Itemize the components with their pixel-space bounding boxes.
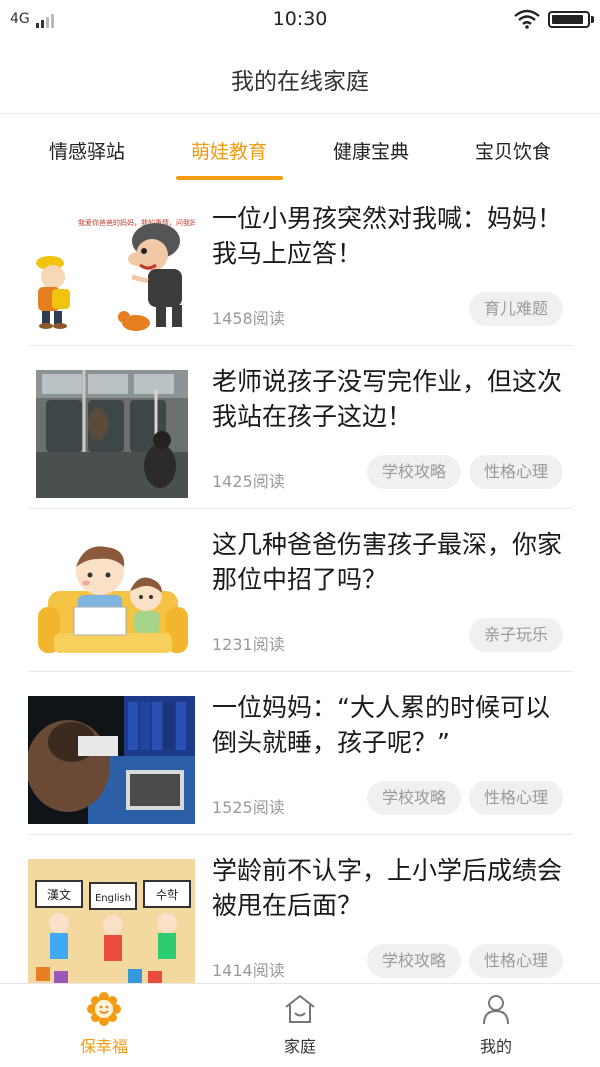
battery-level: [552, 15, 583, 24]
article-item[interactable]: 这几种爸爸伤害孩子最深，你家那位中招了吗？ 1231阅读 亲子玩乐: [28, 509, 573, 672]
person-icon: [479, 992, 513, 1026]
article-title[interactable]: 学龄前不认字，上小学后成绩会被甩在后面？: [212, 853, 572, 923]
tag-chip[interactable]: 学校攻略: [366, 944, 461, 978]
wifi-icon: [514, 9, 540, 29]
nav-item-family[interactable]: 家庭: [240, 992, 360, 1066]
article-title[interactable]: 老师说孩子没写完作业，但这次我站在孩子这边！: [212, 364, 572, 434]
article-item[interactable]: 一位妈妈：“大人累的时候可以倒头就睡，孩子呢？” 1525阅读 学校攻略 性格心…: [28, 672, 573, 835]
tag-chip[interactable]: 学校攻略: [366, 455, 461, 489]
active-tab-indicator: [176, 176, 283, 180]
read-count: 1525阅读: [212, 798, 285, 817]
tab-health[interactable]: 健康宝典: [306, 137, 436, 164]
article-tags: 学校攻略 性格心理: [366, 944, 563, 978]
battery-icon: [548, 11, 594, 28]
nav-label: 保幸福: [79, 1037, 128, 1056]
article-thumbnail: [36, 370, 188, 498]
bus-child-photo-image: [36, 370, 188, 498]
tab-baby-food[interactable]: 宝贝饮食: [448, 137, 578, 164]
app-header: 我的在线家庭: [0, 40, 600, 114]
article-item[interactable]: 漢文 English 수학 学龄前不认字，上小学后成绩会被甩在后面？ 1414阅…: [28, 835, 573, 983]
bottom-nav: 保幸福 家庭 我的: [0, 983, 600, 1067]
tab-kids-education[interactable]: 萌娃教育: [164, 137, 294, 164]
article-tags: 学校攻略 性格心理: [366, 455, 563, 489]
thumb-bubble-text: 我爱你爸爸的妈妈，我的事情，问我妈妈去问爸爸！: [78, 218, 195, 227]
tag-chip[interactable]: 育儿难题: [468, 292, 563, 326]
article-title[interactable]: 这几种爸爸伤害孩子最深，你家那位中招了吗？: [212, 527, 572, 597]
thumb-sign-text: 漢文: [47, 887, 71, 902]
cartoon-boy-shouting-image: 我爱你爸爸的妈妈，我的事情，问我妈妈去问爸爸！: [28, 207, 195, 335]
page-title: 我的在线家庭: [231, 69, 369, 95]
article-item[interactable]: 老师说孩子没写完作业，但这次我站在孩子这边！ 1425阅读 学校攻略 性格心理: [28, 346, 573, 509]
status-bar: 4G 10:30: [0, 0, 600, 40]
kids-language-signs-image: 漢文 English 수학: [28, 859, 195, 983]
article-tags: 育儿难题: [468, 292, 563, 326]
tag-chip[interactable]: 性格心理: [468, 944, 563, 978]
dad-reading-sofa-image: [28, 533, 195, 661]
tag-chip[interactable]: 亲子玩乐: [468, 618, 563, 652]
article-title[interactable]: 一位妈妈：“大人累的时候可以倒头就睡，孩子呢？”: [212, 690, 572, 760]
nav-label: 我的: [479, 1037, 512, 1056]
nav-label: 家庭: [283, 1037, 316, 1056]
category-tabs: 情感驿站 萌娃教育 健康宝典 宝贝饮食: [0, 115, 600, 183]
nav-item-profile[interactable]: 我的: [436, 992, 556, 1066]
tab-emotion[interactable]: 情感驿站: [22, 137, 152, 164]
article-tags: 亲子玩乐: [468, 618, 563, 652]
house-icon: [283, 992, 317, 1026]
article-item[interactable]: 我爱你爸爸的妈妈，我的事情，问我妈妈去问爸爸！: [28, 183, 573, 346]
sunflower-smile-icon: [87, 992, 121, 1026]
thumb-sign-text: English: [95, 893, 131, 904]
tag-chip[interactable]: 学校攻略: [366, 781, 461, 815]
tag-chip[interactable]: 性格心理: [468, 781, 563, 815]
thumb-sign-text: 수학: [156, 888, 178, 902]
status-time: 10:30: [272, 8, 328, 30]
article-tags: 学校攻略 性格心理: [366, 781, 563, 815]
article-thumbnail: [28, 696, 195, 824]
read-count: 1458阅读: [212, 309, 285, 328]
article-list: 我爱你爸爸的妈妈，我的事情，问我妈妈去问爸爸！: [0, 183, 600, 983]
article-thumbnail: [28, 533, 195, 661]
nav-item-home[interactable]: 保幸福: [44, 992, 164, 1066]
article-thumbnail: 我爱你爸爸的妈妈，我的事情，问我妈妈去问爸爸！: [28, 207, 195, 335]
article-thumbnail: 漢文 English 수학: [28, 859, 195, 983]
child-sleeping-desk-photo-image: [28, 696, 195, 824]
read-count: 1231阅读: [212, 635, 285, 654]
tag-chip[interactable]: 性格心理: [468, 455, 563, 489]
article-title[interactable]: 一位小男孩突然对我喊：妈妈！我马上应答！: [212, 201, 572, 271]
read-count: 1425阅读: [212, 472, 285, 491]
read-count: 1414阅读: [212, 961, 285, 980]
